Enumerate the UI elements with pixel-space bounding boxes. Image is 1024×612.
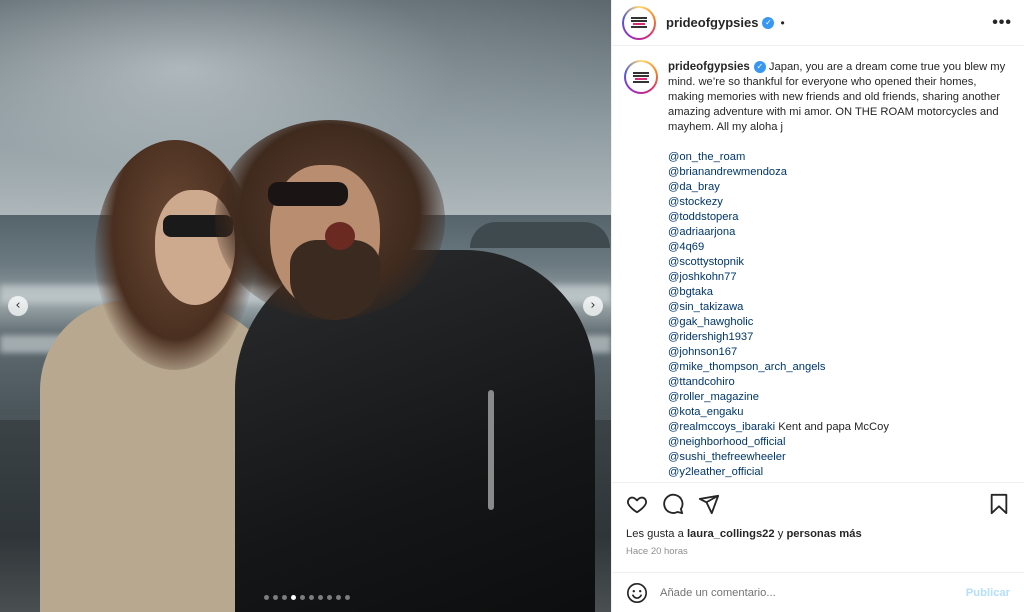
share-icon <box>698 494 720 514</box>
caption-tag-line: @on_the_roam <box>668 150 1010 165</box>
caption-tag-line: @stockezy <box>668 195 1010 210</box>
mention-link[interactable]: @neighborhood_official <box>668 436 786 448</box>
mention-extra-text: Kent and papa McCoy <box>775 421 889 433</box>
mention-link[interactable]: @scottystopnik <box>668 256 744 268</box>
verified-icon: ✓ <box>762 16 775 29</box>
like-button[interactable] <box>626 493 648 515</box>
carousel-dot <box>282 595 287 600</box>
mention-link[interactable]: @johnson167 <box>668 346 737 358</box>
carousel-dot <box>336 595 341 600</box>
post-photo[interactable]: ‹ › <box>0 0 611 612</box>
mention-link[interactable]: @roller_magazine <box>668 391 759 403</box>
caption-tag-line: @roller_magazine <box>668 390 1010 405</box>
post-timestamp[interactable]: Hace 20 horas <box>612 542 1024 572</box>
comment-input[interactable] <box>660 586 954 599</box>
mention-link[interactable]: @stockezy <box>668 196 723 208</box>
mention-link[interactable]: @joshkohn77 <box>668 271 737 283</box>
mention-link[interactable]: @adriaarjona <box>668 226 735 238</box>
caption-tag-line: @bgtaka <box>668 285 1010 300</box>
mention-link[interactable]: @bgtaka <box>668 286 713 298</box>
caption-tag-line: @realmccoys_ibaraki Kent and papa McCoy <box>668 420 1010 435</box>
emoji-icon[interactable] <box>626 582 648 604</box>
photo-man-sunglasses <box>268 182 348 206</box>
photo-island <box>470 222 610 248</box>
instagram-post-modal: ‹ › prideofgypsies ✓ • ••• prideofgypsie… <box>0 0 1024 612</box>
post-username[interactable]: prideofgypsies <box>666 15 758 30</box>
caption-tag-line: @johnson167 <box>668 345 1010 360</box>
carousel-dot <box>318 595 323 600</box>
caption-tag-line: @ridershigh1937 <box>668 330 1010 345</box>
caption-tag-line: @gak_hawgholic <box>668 315 1010 330</box>
mention-link[interactable]: @4q69 <box>668 241 704 253</box>
likes-user-link[interactable]: laura_collings22 <box>687 528 775 540</box>
caption-tag-line: @brianandrewmendoza <box>668 165 1010 180</box>
likes-middle: y <box>774 528 787 540</box>
caption-tag-line: @4q69 <box>668 240 1010 255</box>
post-side-panel: prideofgypsies ✓ • ••• prideofgypsies ✓ J… <box>611 0 1024 612</box>
caption-tag-line: @joshkohn77 <box>668 270 1010 285</box>
caption-tag-line: @sin_takizawa <box>668 300 1010 315</box>
mention-link[interactable]: @toddstopera <box>668 211 738 223</box>
carousel-dot <box>264 595 269 600</box>
brand-logo-icon <box>628 64 654 90</box>
caption-tag-line: @sushi_thefreewheeler <box>668 450 1010 465</box>
carousel-dot <box>327 595 332 600</box>
share-button[interactable] <box>698 493 720 515</box>
mention-link[interactable]: @mike_thompson_arch_angels <box>668 361 826 373</box>
verified-icon: ✓ <box>753 61 766 74</box>
caption-tag-line: @adriaarjona <box>668 225 1010 240</box>
publish-button[interactable]: Publicar <box>966 587 1010 599</box>
mention-link[interactable]: @gak_hawgholic <box>668 316 753 328</box>
carousel-dot <box>309 595 314 600</box>
carousel-dot <box>291 595 296 600</box>
mention-link[interactable]: @kota_engaku <box>668 406 743 418</box>
photo-man-mouth <box>325 222 355 250</box>
carousel-prev-button[interactable]: ‹ <box>8 296 28 316</box>
caption-tag-line: @ttandcohiro <box>668 375 1010 390</box>
mention-link[interactable]: @y2leather_official <box>668 466 763 478</box>
mention-link[interactable]: @ttandcohiro <box>668 376 735 388</box>
avatar[interactable] <box>624 60 658 94</box>
carousel-dot <box>273 595 278 600</box>
caption-tag-line: @neighborhood_official <box>668 435 1010 450</box>
caption-tag-line: @kota_engaku <box>668 405 1010 420</box>
caption-section: prideofgypsies ✓ Japan, you are a dream c… <box>612 46 1024 482</box>
mention-link[interactable]: @brianandrewmendoza <box>668 166 787 178</box>
carousel-next-button[interactable]: › <box>583 296 603 316</box>
mention-link[interactable]: @sin_takizawa <box>668 301 743 313</box>
likes-prefix: Les gusta a <box>626 528 687 540</box>
likes-others-link[interactable]: personas más <box>786 528 861 540</box>
caption-tags: @on_the_roam @brianandrewmendoza @da_bray @… <box>668 150 1010 480</box>
bookmark-icon <box>990 493 1008 514</box>
photo-man-beard <box>290 240 380 320</box>
photo-jacket-zipper <box>488 390 494 510</box>
avatar[interactable] <box>622 5 656 40</box>
carousel-indicator <box>264 595 350 600</box>
caption-tag-line: @mike_thompson_arch_angels <box>668 360 1010 375</box>
more-icon[interactable]: ••• <box>992 14 1012 32</box>
likes-summary: Les gusta a laura_collings22 y personas … <box>612 524 1024 542</box>
caption-tag-line: @da_bray <box>668 180 1010 195</box>
carousel-dot <box>345 595 350 600</box>
mention-link[interactable]: @ridershigh1937 <box>668 331 753 343</box>
brand-logo-icon <box>626 9 652 36</box>
heart-icon <box>627 496 647 513</box>
save-button[interactable] <box>988 493 1010 515</box>
mention-link[interactable]: @sushi_thefreewheeler <box>668 451 786 463</box>
caption-tag-line: @scottystopnik <box>668 255 1010 270</box>
caption-tag-line: @toddstopera <box>668 210 1010 225</box>
mention-link[interactable]: @da_bray <box>668 181 720 193</box>
mention-link[interactable]: @realmccoys_ibaraki <box>668 421 775 433</box>
comment-button[interactable] <box>662 493 684 515</box>
caption-body: prideofgypsies ✓ Japan, you are a dream c… <box>668 60 1010 482</box>
comment-icon <box>663 493 684 514</box>
comment-box: Publicar <box>612 572 1024 612</box>
header-separator: • <box>780 15 785 30</box>
caption-tag-line: @y2leather_official <box>668 465 1010 480</box>
carousel-dot <box>300 595 305 600</box>
action-bar <box>612 482 1024 524</box>
mention-link[interactable]: @on_the_roam <box>668 151 745 163</box>
caption-username[interactable]: prideofgypsies <box>668 61 750 73</box>
post-header: prideofgypsies ✓ • ••• <box>612 0 1024 46</box>
